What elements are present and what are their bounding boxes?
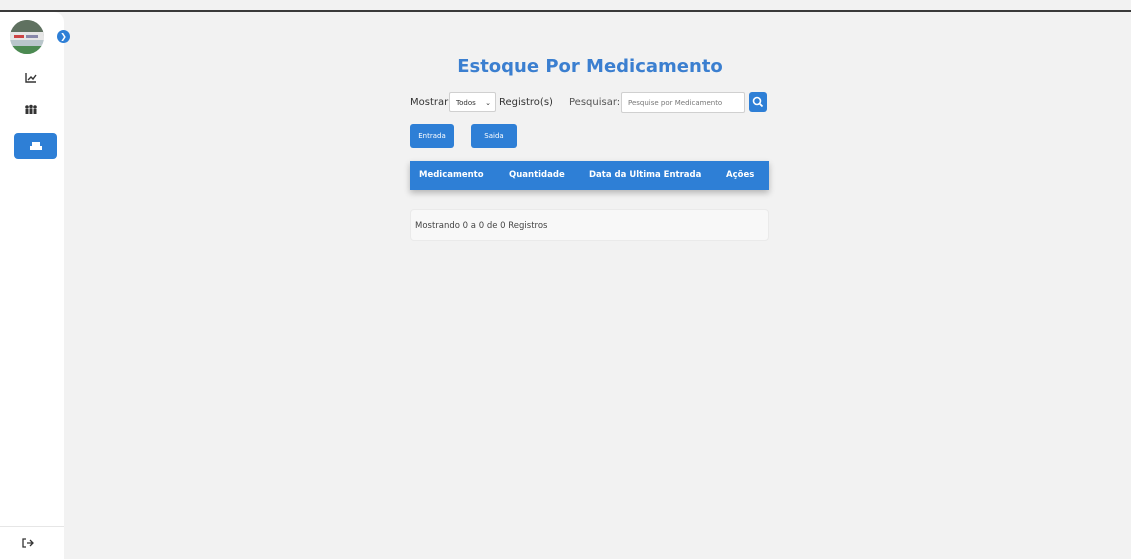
boxes-icon bbox=[29, 141, 42, 150]
saida-button[interactable]: Saida bbox=[471, 124, 517, 148]
page-title: Estoque Por Medicamento bbox=[457, 56, 723, 77]
column-header-acoes: Ações bbox=[726, 170, 755, 180]
avatar[interactable] bbox=[10, 20, 44, 54]
sidebar-item-chart[interactable] bbox=[22, 72, 40, 88]
top-border bbox=[0, 10, 1131, 12]
show-label: Mostrar bbox=[410, 97, 449, 108]
show-select[interactable]: Todos ⌄ bbox=[449, 92, 496, 112]
search-button[interactable] bbox=[749, 92, 767, 112]
column-header-quantidade[interactable]: Quantidade bbox=[509, 161, 565, 190]
line-chart-icon bbox=[25, 73, 37, 83]
avatar-image bbox=[10, 20, 44, 54]
table-header: Medicamento Quantidade Data da Ultima En… bbox=[410, 161, 769, 190]
search-label: Pesquisar: bbox=[569, 97, 621, 108]
records-label: Registro(s) bbox=[499, 97, 553, 108]
entrada-button[interactable]: Entrada bbox=[410, 124, 454, 148]
sidebar: ❯ bbox=[0, 12, 70, 559]
column-header-data-ultima-entrada[interactable]: Data da Ultima Entrada bbox=[589, 161, 701, 190]
table-info: Mostrando 0 a 0 de 0 Registros bbox=[410, 209, 769, 241]
chevron-right-icon: ❯ bbox=[60, 32, 67, 41]
sidebar-toggle-button[interactable]: ❯ bbox=[57, 30, 70, 43]
search-input[interactable]: Pesquise por Medicamento bbox=[621, 92, 745, 113]
search-placeholder: Pesquise por Medicamento bbox=[628, 99, 723, 107]
logout-icon bbox=[22, 538, 34, 548]
logout-button[interactable] bbox=[20, 538, 36, 552]
sidebar-divider bbox=[0, 526, 64, 527]
sidebar-item-stock[interactable] bbox=[14, 133, 57, 159]
search-icon bbox=[752, 96, 764, 108]
people-icon bbox=[25, 104, 37, 114]
sidebar-item-people[interactable] bbox=[22, 104, 40, 120]
show-select-value: Todos bbox=[456, 99, 476, 107]
column-header-medicamento[interactable]: Medicamento bbox=[419, 161, 484, 190]
chevron-down-icon: ⌄ bbox=[485, 99, 491, 107]
